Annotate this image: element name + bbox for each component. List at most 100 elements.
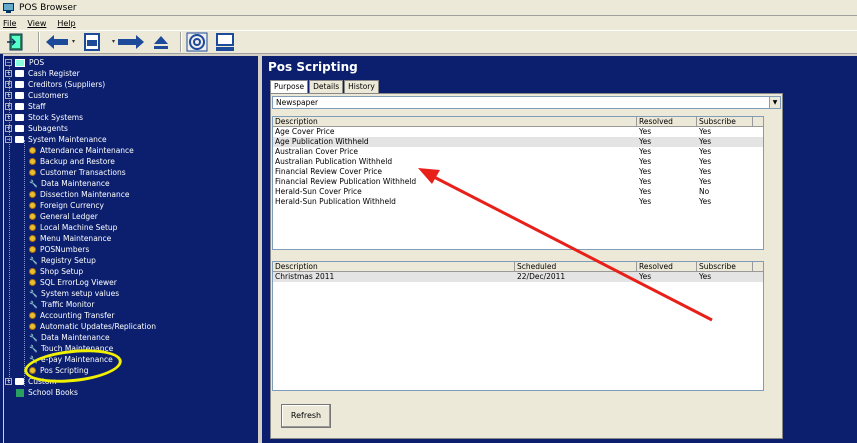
gear-icon <box>29 224 36 231</box>
tab-history[interactable]: History <box>344 80 379 93</box>
tree-item-cash-register[interactable]: + Cash Register <box>5 68 80 79</box>
tree-item-data-maintenance[interactable]: 🔧 Data Maintenance <box>29 178 110 189</box>
tree-item-traffic-monitor[interactable]: 🔧 Traffic Monitor <box>29 299 94 310</box>
folder-icon <box>15 125 24 132</box>
purpose-select[interactable]: Newspaper ▼ <box>272 96 781 109</box>
tree-item-attendance-maintenance[interactable]: Attendance Maintenance <box>29 145 134 156</box>
table-row[interactable]: Herald-Sun Cover Price Yes No <box>273 187 763 197</box>
book-icon <box>16 388 24 397</box>
tree-item-pos[interactable]: − POS <box>5 57 44 68</box>
refresh-button[interactable]: Refresh <box>281 404 331 428</box>
tree-item-creditors[interactable]: + Creditors (Suppliers) <box>5 79 105 90</box>
toolbar <box>0 30 857 54</box>
gear-icon <box>29 191 36 198</box>
expand-icon[interactable]: + <box>5 103 12 110</box>
table-row[interactable]: Financial Review Cover Price Yes Yes <box>273 167 763 177</box>
menu-bar: File View Help <box>0 16 857 30</box>
tree-item-subagents[interactable]: + Subagents <box>5 123 68 134</box>
tree-item-customers[interactable]: + Customers <box>5 90 68 101</box>
column-header[interactable]: Subscribe <box>697 262 753 271</box>
tree-item-school-books[interactable]: School Books <box>16 387 78 398</box>
at-sign-icon[interactable] <box>186 32 208 52</box>
folder-icon <box>15 114 24 121</box>
table-row[interactable]: Age Cover Price Yes Yes <box>273 127 763 137</box>
gear-icon <box>29 312 36 319</box>
wrench-icon: 🔧 <box>29 333 38 342</box>
main-panel: Pos Scripting Purpose Details History Ne… <box>262 56 857 443</box>
tree-item-posnumbers[interactable]: POSNumbers <box>29 244 89 255</box>
expand-icon[interactable]: + <box>5 70 12 77</box>
tree-item-registry-setup[interactable]: 🔧 Registry Setup <box>29 255 96 266</box>
table-row[interactable]: Herald-Sun Publication Withheld Yes Yes <box>273 197 763 207</box>
gear-icon <box>29 147 36 154</box>
tree-item-customer-transactions[interactable]: Customer Transactions <box>29 167 126 178</box>
collapse-icon[interactable]: − <box>5 59 12 66</box>
page-title: Pos Scripting <box>268 60 358 74</box>
computer-icon <box>15 58 25 67</box>
menu-file[interactable]: File <box>3 19 16 28</box>
folder-icon <box>15 103 24 110</box>
tree-item-system-setup-values[interactable]: 🔧 System setup values <box>29 288 119 299</box>
gear-icon <box>29 323 36 330</box>
eject-icon[interactable] <box>152 32 170 52</box>
report-icon[interactable] <box>82 32 104 52</box>
chevron-down-icon[interactable]: ▼ <box>769 97 780 108</box>
tree-item-foreign-currency[interactable]: Foreign Currency <box>29 200 104 211</box>
table-row[interactable]: Australian Cover Price Yes Yes <box>273 147 763 157</box>
expand-icon[interactable]: + <box>5 378 12 385</box>
folder-icon <box>15 92 24 99</box>
menu-view[interactable]: View <box>27 19 46 28</box>
tree-item-general-ledger[interactable]: General Ledger <box>29 211 98 222</box>
tree-item-menu-maintenance[interactable]: Menu Maintenance <box>29 233 111 244</box>
expand-icon[interactable]: + <box>5 92 12 99</box>
gear-icon <box>29 268 36 275</box>
purpose-panel: Newspaper ▼ Description Resolved Subscri… <box>270 93 783 439</box>
menu-help[interactable]: Help <box>57 19 75 28</box>
tree-item-automatic-updates[interactable]: Automatic Updates/Replication <box>29 321 156 332</box>
table-row[interactable]: Australian Publication Withheld Yes Yes <box>273 157 763 167</box>
tree-item-sql-errorlog-viewer[interactable]: SQL ErrorLog Viewer <box>29 277 117 288</box>
tab-purpose[interactable]: Purpose <box>270 80 309 94</box>
tree-item-data-maintenance-2[interactable]: 🔧 Data Maintenance <box>29 332 110 343</box>
tree-item-staff[interactable]: + Staff <box>5 101 45 112</box>
schedule-grid: Description Scheduled Resolved Subscribe… <box>272 261 764 391</box>
tree-item-stock-systems[interactable]: + Stock Systems <box>5 112 83 123</box>
gear-icon <box>29 246 36 253</box>
wrench-icon: 🔧 <box>29 289 38 298</box>
folder-icon <box>15 70 24 77</box>
tree-item-shop-setup[interactable]: Shop Setup <box>29 266 83 277</box>
column-header[interactable]: Resolved <box>637 117 697 126</box>
tree-item-system-maintenance[interactable]: − System Maintenance <box>5 134 107 145</box>
back-arrow-icon[interactable] <box>44 32 76 52</box>
column-header[interactable]: Resolved <box>637 262 697 271</box>
collapse-icon[interactable]: − <box>5 136 12 143</box>
forward-arrow-icon[interactable] <box>110 32 146 52</box>
toolbar-separator <box>38 32 40 52</box>
gear-icon <box>29 279 36 286</box>
computer-icon[interactable] <box>214 32 236 52</box>
tree-item-backup-restore[interactable]: Backup and Restore <box>29 156 115 167</box>
tree-item-local-machine-setup[interactable]: Local Machine Setup <box>29 222 117 233</box>
column-header[interactable]: Description <box>273 262 515 271</box>
expand-icon[interactable]: + <box>5 81 12 88</box>
tree-line <box>24 140 25 386</box>
table-row[interactable]: Age Publication Withheld Yes Yes <box>273 137 763 147</box>
tree-item-accounting-transfer[interactable]: Accounting Transfer <box>29 310 114 321</box>
scripts-grid: Description Resolved Subscribe Age Cover… <box>272 116 764 250</box>
tab-details[interactable]: Details <box>309 80 344 93</box>
column-header[interactable]: Subscribe <box>697 117 753 126</box>
wrench-icon: 🔧 <box>29 344 38 353</box>
toolbar-separator <box>180 32 182 52</box>
expand-icon[interactable]: + <box>5 125 12 132</box>
exit-door-icon[interactable] <box>6 32 28 52</box>
folder-icon <box>15 378 24 385</box>
grid-header: Description Resolved Subscribe <box>273 117 763 127</box>
gear-icon <box>29 169 36 176</box>
expand-icon[interactable]: + <box>5 114 12 121</box>
table-row[interactable]: Financial Review Publication Withheld Yes… <box>273 177 763 187</box>
column-header[interactable]: Scheduled <box>515 262 637 271</box>
tree-item-dissection-maintenance[interactable]: Dissection Maintenance <box>29 189 129 200</box>
column-header[interactable]: Description <box>273 117 637 126</box>
table-row[interactable]: Christmas 2011 22/Dec/2011 Yes Yes <box>273 272 763 282</box>
grid-header: Description Scheduled Resolved Subscribe <box>273 262 763 272</box>
